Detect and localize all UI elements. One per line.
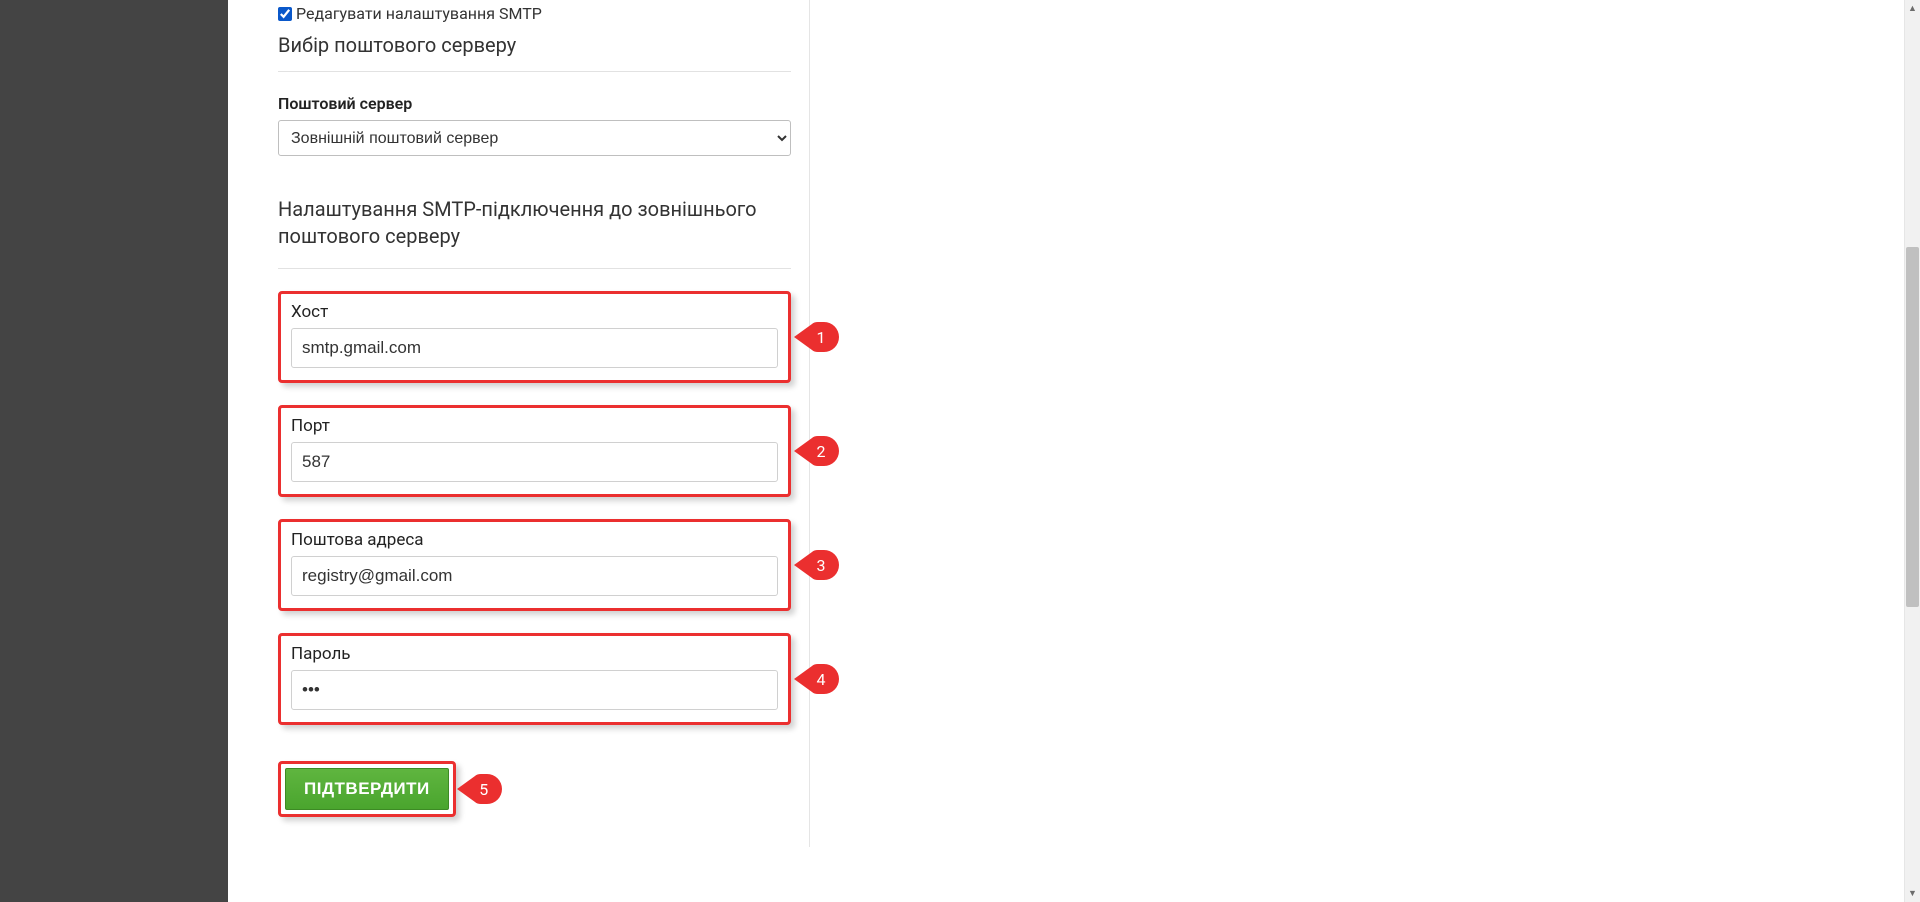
edit-smtp-row: Редагувати налаштування SMTP xyxy=(278,4,791,23)
callout-5-number: 5 xyxy=(457,773,503,805)
email-highlight: Поштова адреса 3 xyxy=(278,519,791,611)
sidebar xyxy=(0,0,228,902)
main-area: Редагувати налаштування SMTP Вибір пошто… xyxy=(228,0,1920,902)
submit-highlight: ПІДТВЕРДИТИ 5 xyxy=(278,761,456,817)
mail-server-label: Поштовий сервер xyxy=(278,94,791,113)
email-label: Поштова адреса xyxy=(291,530,778,550)
mail-server-select[interactable]: Зовнішній поштовий сервер xyxy=(278,120,791,156)
callout-2: 2 xyxy=(794,435,840,467)
host-input[interactable] xyxy=(291,328,778,368)
section-title-smtp: Налаштування SMTP-підключення до зовнішн… xyxy=(278,196,791,250)
section-title-server-choice: Вибір поштового серверу xyxy=(278,33,791,57)
edit-smtp-label: Редагувати налаштування SMTP xyxy=(296,4,542,23)
email-input[interactable] xyxy=(291,556,778,596)
scroll-up-arrow-icon[interactable]: ▲ xyxy=(1905,0,1920,17)
divider xyxy=(278,268,791,269)
callout-4: 4 xyxy=(794,663,840,695)
port-label: Порт xyxy=(291,416,778,436)
scrollbar[interactable]: ▲ ▼ xyxy=(1904,0,1920,902)
host-label: Хост xyxy=(291,302,778,322)
smtp-form-panel: Редагувати налаштування SMTP Вибір пошто… xyxy=(260,0,810,847)
callout-3: 3 xyxy=(794,549,840,581)
scroll-down-arrow-icon[interactable]: ▼ xyxy=(1905,885,1920,902)
password-highlight: Пароль 4 xyxy=(278,633,791,725)
callout-2-number: 2 xyxy=(794,435,840,467)
callout-3-number: 3 xyxy=(794,549,840,581)
edit-smtp-checkbox[interactable] xyxy=(278,7,292,21)
callout-5: 5 xyxy=(457,773,503,805)
mail-server-field: Поштовий сервер Зовнішній поштовий серве… xyxy=(278,94,791,156)
scroll-thumb[interactable] xyxy=(1906,247,1919,607)
divider xyxy=(278,71,791,72)
port-input[interactable] xyxy=(291,442,778,482)
callout-1: 1 xyxy=(794,321,840,353)
submit-button[interactable]: ПІДТВЕРДИТИ xyxy=(285,768,449,810)
password-label: Пароль xyxy=(291,644,778,664)
callout-4-number: 4 xyxy=(794,663,840,695)
password-input[interactable] xyxy=(291,670,778,710)
host-highlight: Хост 1 xyxy=(278,291,791,383)
port-highlight: Порт 2 xyxy=(278,405,791,497)
callout-1-number: 1 xyxy=(794,321,840,353)
